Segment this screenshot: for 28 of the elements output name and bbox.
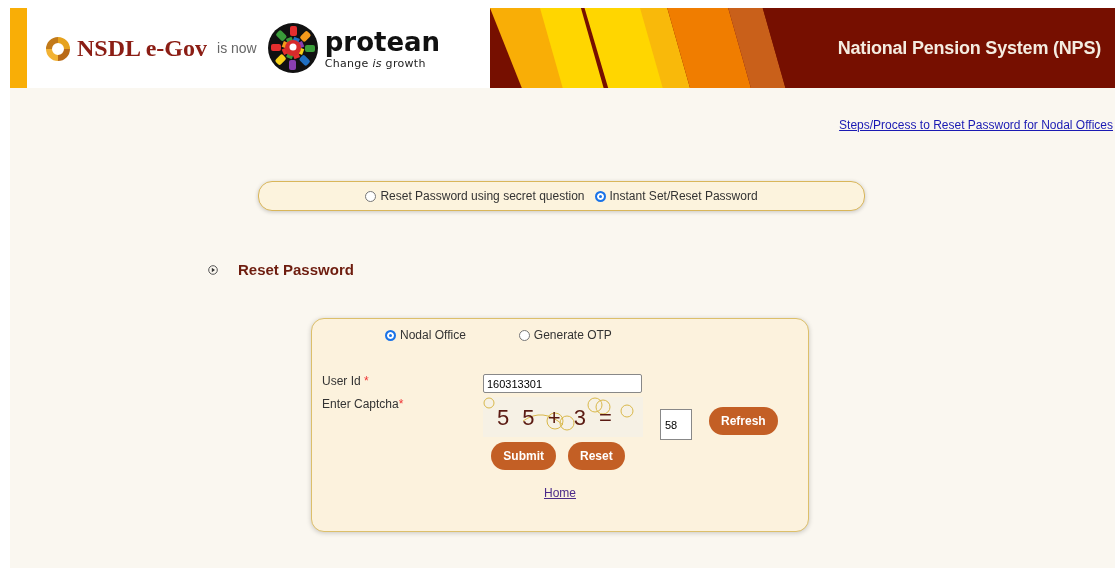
radio-option[interactable]: Instant Set/Reset Password (594, 189, 758, 203)
field-label: User Id (322, 374, 362, 388)
captcha-field[interactable]: 58 (660, 409, 692, 440)
reset-button[interactable]: Reset (568, 442, 625, 470)
swirl-logo-icon (43, 35, 73, 63)
radio-button[interactable] (594, 190, 606, 202)
brand-tagline: Change is growth (324, 56, 426, 70)
field-label: Enter Captcha (322, 397, 399, 411)
help-link[interactable]: Steps/Process to Reset Password for Nodal Offices (839, 118, 1113, 132)
brand-name: protean (324, 26, 441, 57)
brand-note: is now (217, 40, 257, 56)
radio-button[interactable] (385, 329, 396, 341)
required-mark: * (398, 397, 404, 411)
radio-option[interactable]: Reset Password using secret question (365, 189, 585, 203)
home-link[interactable]: Home (544, 486, 576, 500)
submit-button[interactable]: Submit (491, 442, 556, 470)
refresh-button[interactable]: Refresh (709, 407, 778, 435)
radio-option[interactable]: Generate OTP (518, 328, 612, 342)
bullet-icon (208, 264, 218, 275)
required-mark: * (364, 374, 369, 388)
user-id-field[interactable]: 160313301 (483, 374, 642, 393)
radio-button[interactable] (365, 190, 377, 202)
radio-button[interactable] (518, 329, 530, 341)
brand-name: NSDL e-Gov (77, 34, 207, 62)
protean-logo-icon (266, 22, 319, 74)
radio-option[interactable]: Nodal Office (385, 328, 466, 342)
site-title: National Pension System (NPS) (837, 37, 1101, 59)
section-title: Reset Password (238, 261, 354, 278)
